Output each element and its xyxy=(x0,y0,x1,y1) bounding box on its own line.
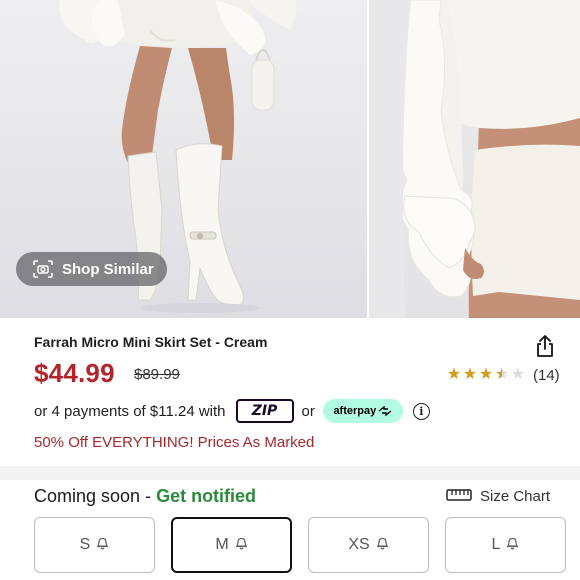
zip-logo: ZIP xyxy=(251,403,278,419)
size-chart-label: Size Chart xyxy=(480,488,551,505)
bell-icon xyxy=(376,536,389,555)
original-price: $89.99 xyxy=(134,366,180,383)
product-image-2[interactable] xyxy=(369,0,580,318)
star-icon: ★ xyxy=(446,366,462,383)
ruler-icon xyxy=(446,488,472,505)
afterpay-logo: afterpay xyxy=(333,405,377,417)
sale-price: $44.99 xyxy=(34,358,115,388)
size-label: XS xyxy=(348,536,370,553)
status-separator: - xyxy=(140,486,157,506)
product-image-gallery[interactable]: Shop Similar xyxy=(0,0,580,318)
product-title: Farrah Micro Mini Skirt Set - Cream xyxy=(34,334,268,350)
coming-soon-label: Coming soon xyxy=(34,486,141,506)
size-label: L xyxy=(491,536,501,553)
size-option-xs[interactable]: XS xyxy=(308,517,429,573)
size-option-m[interactable]: M xyxy=(171,517,292,573)
empty-star-icon: ★ xyxy=(510,366,526,383)
afterpay-arrows-icon xyxy=(378,406,392,416)
share-icon xyxy=(534,335,556,362)
size-label: M xyxy=(215,536,229,553)
product-photo-closeup xyxy=(369,0,580,318)
size-options: S M XS L xyxy=(34,517,566,573)
bell-icon xyxy=(235,536,248,555)
get-notified-link[interactable]: Get notified xyxy=(156,486,256,506)
size-chart-button[interactable]: Size Chart xyxy=(446,488,550,505)
availability-status: Coming soon - Get notified xyxy=(34,486,256,507)
rating-summary[interactable]: ★ ★ ★ ★ ★ (14) xyxy=(446,366,560,384)
share-button[interactable] xyxy=(534,334,556,358)
afterpay-button[interactable]: afterpay xyxy=(322,399,403,423)
half-star-icon: ★ xyxy=(494,366,510,383)
zip-pay-button[interactable]: ZIP xyxy=(235,399,294,423)
bell-icon xyxy=(96,536,109,555)
installment-payments: or 4 payments of $11.24 with ZIP or afte… xyxy=(34,398,430,424)
size-option-l[interactable]: L xyxy=(445,517,566,573)
size-label: S xyxy=(79,536,91,553)
shop-similar-button[interactable]: Shop Similar xyxy=(16,252,167,286)
star-icon: ★ xyxy=(478,366,494,383)
product-image-1[interactable]: Shop Similar xyxy=(0,0,367,318)
section-divider xyxy=(0,466,580,480)
installments-text: or 4 payments of $11.24 with xyxy=(34,402,226,420)
info-icon[interactable]: i xyxy=(412,402,430,420)
size-option-s[interactable]: S xyxy=(34,517,155,573)
bell-icon xyxy=(506,536,519,555)
star-icon: ★ xyxy=(462,366,478,383)
or-label: or xyxy=(301,402,315,420)
review-count[interactable]: (14) xyxy=(533,367,560,384)
shop-similar-label: Shop Similar xyxy=(62,260,154,278)
promo-message: 50% Off EVERYTHING! Prices As Marked xyxy=(34,434,315,451)
camera-scan-icon xyxy=(33,260,53,278)
